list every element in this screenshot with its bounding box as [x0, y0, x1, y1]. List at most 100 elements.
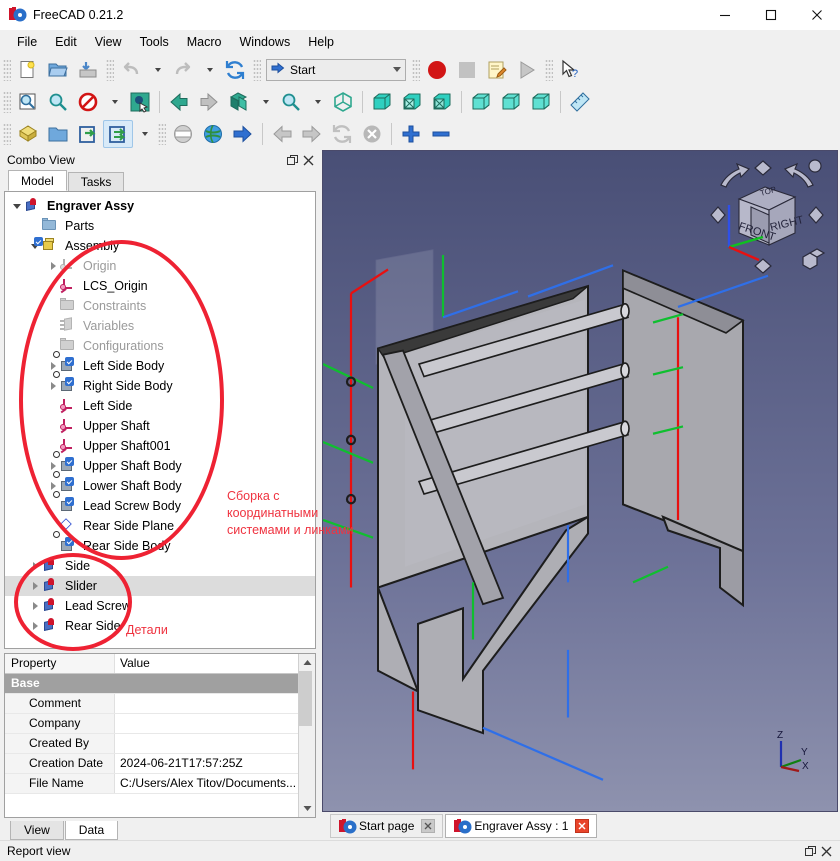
tab-view[interactable]: View: [10, 821, 64, 840]
close-icon[interactable]: [818, 843, 834, 859]
menu-file[interactable]: File: [8, 33, 46, 51]
open-document-button[interactable]: [43, 56, 73, 84]
tree-item[interactable]: Constraints: [5, 296, 315, 316]
undo-dropdown-button[interactable]: [146, 56, 168, 84]
zoom-out-button[interactable]: [426, 120, 456, 148]
bottom-view-button[interactable]: [496, 88, 526, 116]
tree-item[interactable]: Upper Shaft Body: [5, 451, 315, 476]
chevron-right-icon[interactable]: [50, 362, 56, 370]
property-value[interactable]: C:/Users/Alex Titov/Documents...: [115, 774, 298, 793]
chevron-right-icon[interactable]: [32, 622, 38, 630]
property-row[interactable]: Comment: [5, 694, 298, 714]
tree-item[interactable]: LCS_Origin: [5, 276, 315, 296]
toolbar-grip[interactable]: [545, 58, 553, 81]
std-views-button[interactable]: [224, 88, 254, 116]
tree-item[interactable]: Engraver Assy: [5, 196, 315, 216]
maximize-button[interactable]: [748, 0, 794, 31]
toolbar-grip[interactable]: [253, 58, 261, 81]
tab-data[interactable]: Data: [64, 821, 119, 840]
macro-stop-button[interactable]: [452, 56, 482, 84]
new-document-button[interactable]: [13, 56, 43, 84]
toolbar-grip[interactable]: [412, 58, 420, 81]
menu-windows[interactable]: Windows: [231, 33, 300, 51]
menu-edit[interactable]: Edit: [46, 33, 86, 51]
isometric-view-button[interactable]: [328, 88, 358, 116]
redo-dropdown-button[interactable]: [198, 56, 220, 84]
3d-viewport[interactable]: FRONT RIGHT TOP Z Y X: [322, 150, 838, 812]
menu-macro[interactable]: Macro: [178, 33, 231, 51]
measure-button[interactable]: [565, 88, 595, 116]
nav-refresh-button[interactable]: [327, 120, 357, 148]
tree-item[interactable]: Variables: [5, 316, 315, 336]
macro-edit-button[interactable]: [482, 56, 512, 84]
property-value[interactable]: [115, 734, 298, 753]
property-row[interactable]: Creation Date 2024-06-21T17:57:25Z: [5, 754, 298, 774]
go-button[interactable]: [228, 120, 258, 148]
tree-item[interactable]: Slider: [5, 576, 315, 596]
scroll-up-icon[interactable]: [299, 654, 316, 671]
chevron-right-icon[interactable]: [32, 562, 38, 570]
document-tab-start-page[interactable]: Start page: [330, 814, 444, 838]
front-view-button[interactable]: [367, 88, 397, 116]
left-view-button[interactable]: [526, 88, 556, 116]
chevron-down-icon[interactable]: [13, 203, 21, 209]
undock-icon[interactable]: [802, 843, 818, 859]
make-sublink-button[interactable]: [103, 120, 133, 148]
workbench-selector[interactable]: Start: [266, 58, 406, 81]
tree-item[interactable]: Right Side Body: [5, 371, 315, 396]
tree-item[interactable]: Origin: [5, 256, 315, 276]
chevron-right-icon[interactable]: [50, 462, 56, 470]
property-value[interactable]: 2024-06-21T17:57:25Z: [115, 754, 298, 773]
close-icon[interactable]: [575, 819, 590, 833]
menu-tools[interactable]: Tools: [131, 33, 178, 51]
zoom-button[interactable]: [276, 88, 306, 116]
top-view-button[interactable]: [397, 88, 427, 116]
tab-model[interactable]: Model: [8, 170, 67, 191]
create-group-button[interactable]: [43, 120, 73, 148]
property-value[interactable]: [115, 694, 298, 713]
std-views-dropdown[interactable]: [254, 88, 276, 116]
menu-view[interactable]: View: [86, 33, 131, 51]
tree-item[interactable]: Left Side Body: [5, 351, 315, 376]
draw-style-dropdown[interactable]: [103, 88, 125, 116]
toolbar-grip[interactable]: [3, 91, 11, 113]
nav-stop-button[interactable]: [357, 120, 387, 148]
tree-item[interactable]: Upper Shaft001: [5, 436, 315, 456]
property-scrollbar[interactable]: [298, 654, 315, 817]
redo-button[interactable]: [168, 56, 198, 84]
fit-all-button[interactable]: [13, 88, 43, 116]
tree-item[interactable]: Assembly: [5, 236, 315, 256]
menu-help[interactable]: Help: [299, 33, 343, 51]
forward-view-button[interactable]: [194, 88, 224, 116]
create-part-button[interactable]: [13, 120, 43, 148]
toolbar-grip[interactable]: [3, 123, 11, 145]
scroll-down-icon[interactable]: [299, 800, 316, 817]
chevron-right-icon[interactable]: [50, 482, 56, 490]
fit-selection-button[interactable]: [43, 88, 73, 116]
document-tab-engraver-assy[interactable]: Engraver Assy : 1: [445, 814, 598, 838]
property-value[interactable]: [115, 714, 298, 733]
zoom-dropdown[interactable]: [306, 88, 328, 116]
tree-item[interactable]: Configurations: [5, 336, 315, 356]
close-icon[interactable]: [421, 819, 436, 833]
navigation-cube[interactable]: FRONT RIGHT TOP: [707, 157, 827, 277]
select-box-button[interactable]: [125, 88, 155, 116]
toolbar-grip[interactable]: [106, 58, 114, 81]
draw-style-button[interactable]: [73, 88, 103, 116]
toolbar-grip[interactable]: [3, 58, 11, 81]
property-row[interactable]: Created By: [5, 734, 298, 754]
chevron-right-icon[interactable]: [50, 262, 56, 270]
load-page-button[interactable]: [198, 120, 228, 148]
macro-execute-button[interactable]: [512, 56, 542, 84]
save-document-button[interactable]: [73, 56, 103, 84]
tree-item[interactable]: Left Side: [5, 396, 315, 416]
tree-item[interactable]: Parts: [5, 216, 315, 236]
tree-item[interactable]: Rear Side Body: [5, 531, 315, 556]
chevron-right-icon[interactable]: [32, 582, 38, 590]
macro-record-button[interactable]: [422, 56, 452, 84]
whats-this-button[interactable]: ?: [555, 56, 585, 84]
chevron-right-icon[interactable]: [50, 382, 56, 390]
back-view-button[interactable]: [164, 88, 194, 116]
close-button[interactable]: [794, 0, 840, 31]
chevron-right-icon[interactable]: [32, 602, 38, 610]
